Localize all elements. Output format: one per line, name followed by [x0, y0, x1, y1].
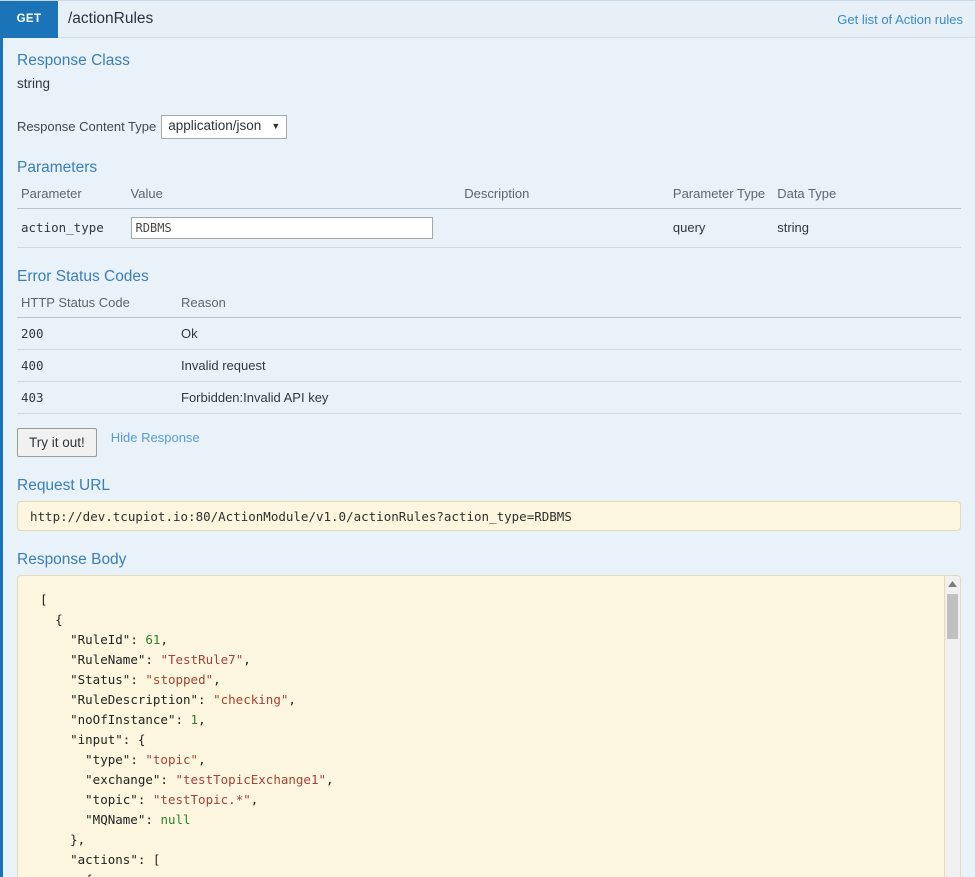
scrollbar-thumb[interactable] — [947, 593, 958, 639]
response-content-type-select[interactable]: application/json ▼ — [161, 115, 288, 139]
chevron-down-icon: ▼ — [271, 120, 281, 131]
swagger-operation-page: GET /actionRules Get list of Action rule… — [0, 0, 975, 877]
status-code: 400 — [17, 349, 177, 382]
http-method-badge[interactable]: GET — [0, 0, 58, 38]
try-it-out-button[interactable]: Try it out! — [17, 427, 97, 457]
operation-content: Response Class string Response Content T… — [0, 38, 975, 877]
response-body-scrollbar[interactable] — [944, 575, 960, 877]
col-header-value: Value — [126, 182, 461, 209]
error-status-codes-table: HTTP Status Code Reason 200 Ok 400 Inval… — [17, 291, 961, 414]
col-header-reason: Reason — [177, 291, 961, 318]
col-header-parameter-type: Parameter Type — [668, 182, 774, 209]
parameter-value-cell — [126, 208, 461, 248]
response-body-box: [ { "RuleId": 61, "RuleName": "TestRule7… — [17, 574, 961, 877]
triangle-up-icon[interactable] — [945, 576, 960, 592]
response-content-type-row: Response Content Type application/json ▼ — [17, 115, 961, 139]
error-status-codes-section: Error Status Codes HTTP Status Code Reas… — [17, 268, 961, 414]
parameter-description — [460, 208, 669, 248]
operation-summary-link[interactable]: Get list of Action rules — [837, 12, 963, 27]
request-url-title: Request URL — [17, 476, 111, 494]
request-url-section: Request URL http://dev.tcupiot.io:80/Act… — [17, 477, 961, 531]
submit-row: Try it out! Hide Response — [17, 427, 961, 457]
table-row: 400 Invalid request — [17, 349, 961, 382]
status-reason: Invalid request — [177, 349, 961, 382]
response-body-title: Response Body — [17, 550, 127, 568]
status-reason: Forbidden:Invalid API key — [177, 381, 961, 414]
table-row: 200 Ok — [17, 317, 961, 350]
col-header-description: Description — [460, 182, 669, 209]
response-content-type-value: application/json — [168, 118, 262, 133]
col-header-data-type: Data Type — [773, 182, 961, 209]
status-code: 200 — [17, 317, 177, 350]
parameters-header-row: Parameter Value Description Parameter Ty… — [17, 182, 961, 209]
operation-header[interactable]: GET /actionRules Get list of Action rule… — [0, 0, 975, 38]
parameters-table: Parameter Value Description Parameter Ty… — [17, 182, 961, 248]
hide-response-link[interactable]: Hide Response — [111, 430, 200, 445]
parameter-data-type: string — [773, 208, 961, 248]
parameter-type: query — [668, 208, 774, 248]
col-header-http-status-code: HTTP Status Code — [17, 291, 177, 318]
status-reason: Ok — [177, 317, 961, 350]
response-body-json: [ { "RuleId": 61, "RuleName": "TestRule7… — [40, 591, 334, 877]
error-status-codes-title: Error Status Codes — [17, 267, 149, 285]
response-class-title: Response Class — [17, 52, 130, 69]
table-row: action_type query string — [17, 208, 961, 248]
table-row: 403 Forbidden:Invalid API key — [17, 381, 961, 414]
parameter-value-input[interactable] — [130, 216, 433, 239]
col-header-parameter: Parameter — [17, 182, 127, 209]
response-content-type-label: Response Content Type — [17, 119, 157, 135]
operation-path[interactable]: /actionRules — [68, 10, 153, 28]
status-code: 403 — [17, 381, 177, 414]
response-class-model: string — [17, 76, 51, 91]
error-codes-header-row: HTTP Status Code Reason — [17, 291, 961, 318]
parameters-title: Parameters — [17, 158, 98, 176]
request-url-value: http://dev.tcupiot.io:80/ActionModule/v1… — [17, 500, 961, 531]
parameter-name: action_type — [17, 208, 127, 248]
response-body-section: Response Body [ { "RuleId": 61, "RuleNam… — [17, 551, 961, 877]
parameters-section: Parameters Parameter Value Description P… — [17, 159, 961, 248]
